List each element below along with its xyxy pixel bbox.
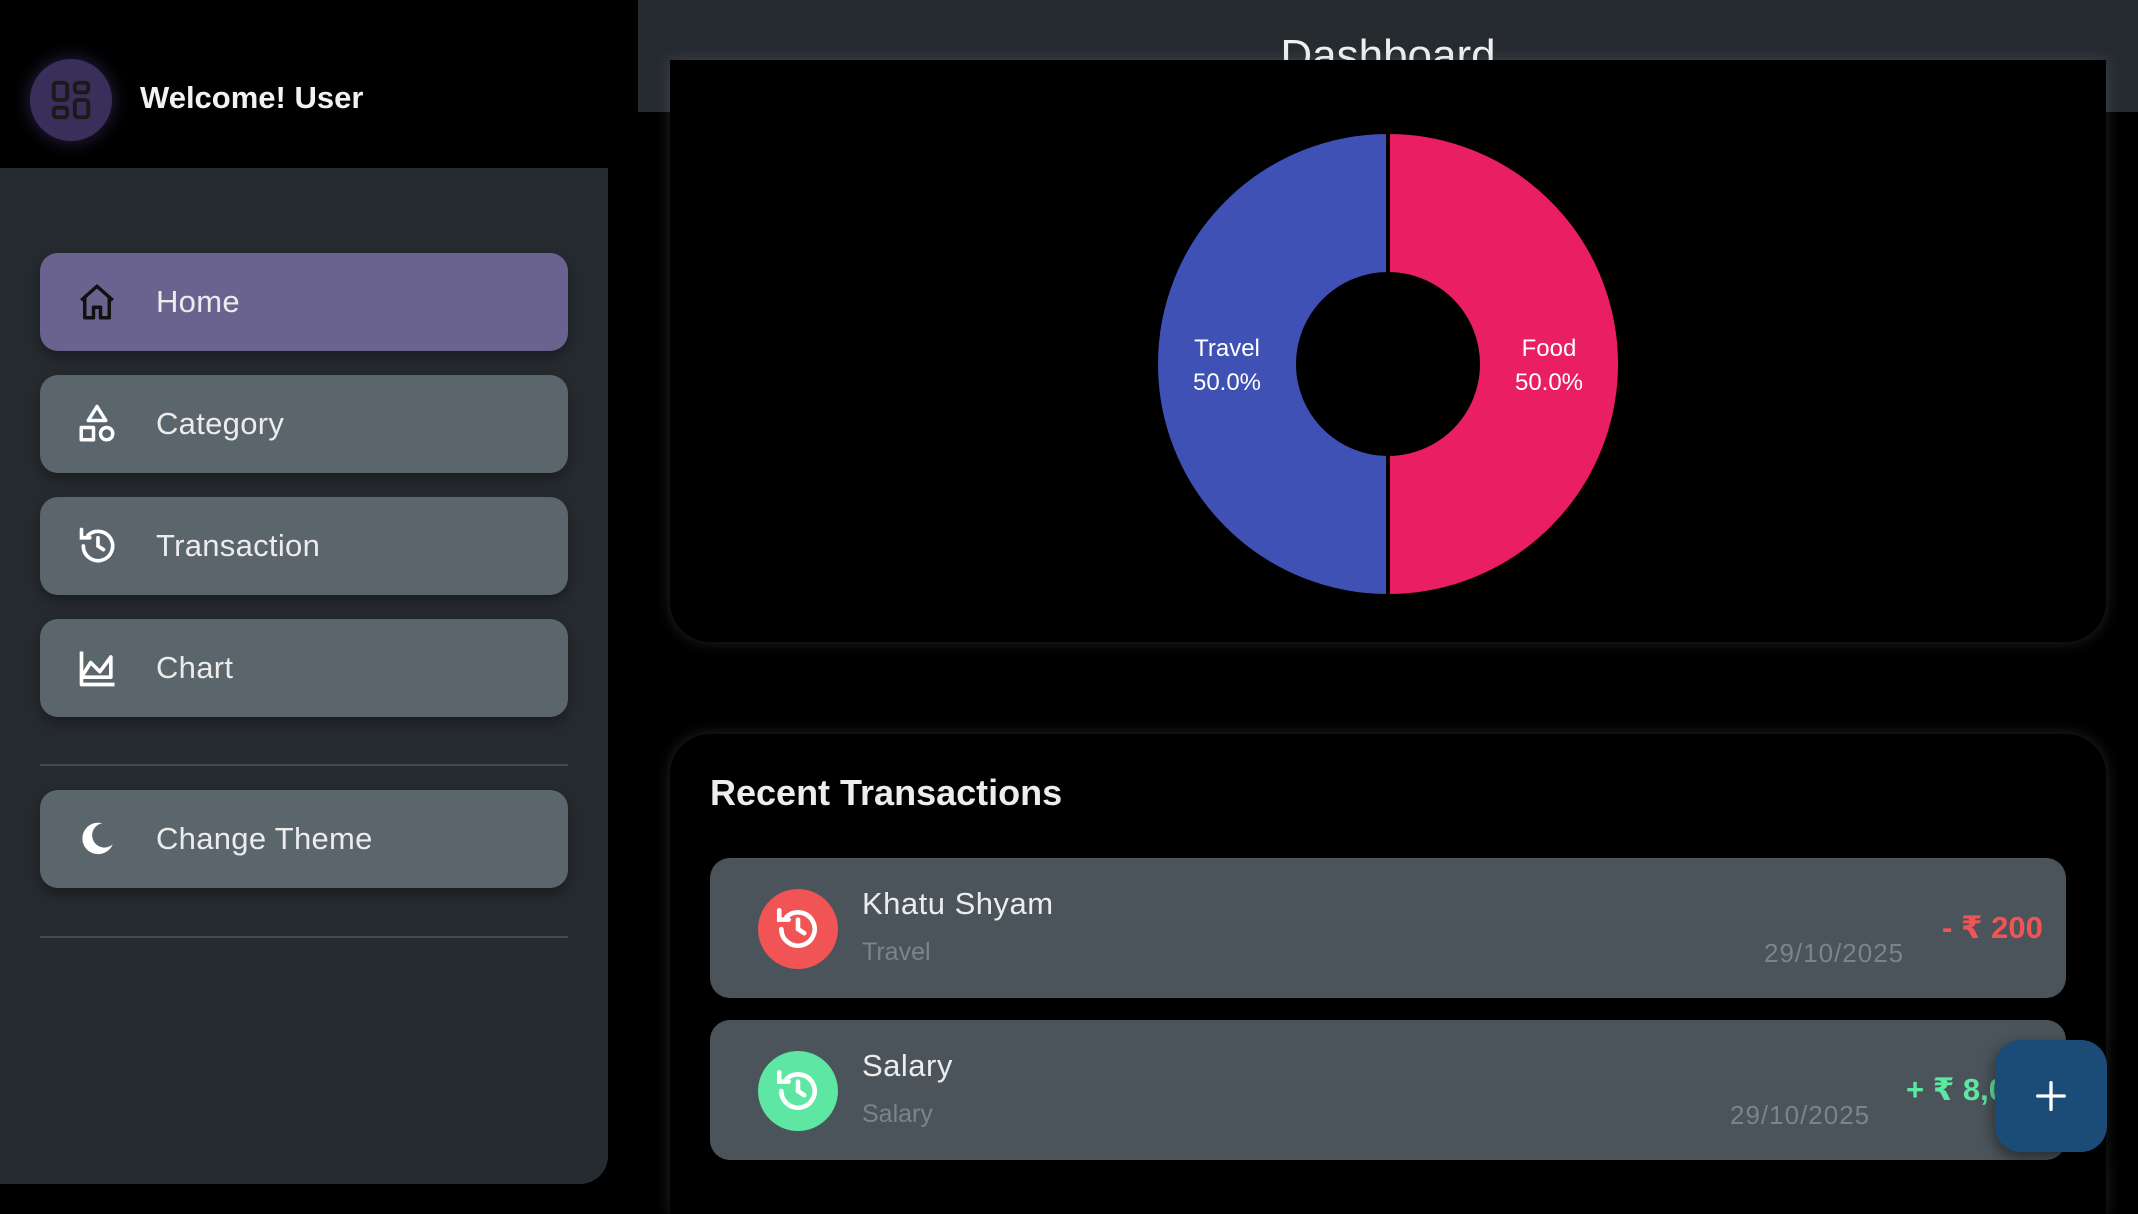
transaction-category: Travel	[862, 938, 931, 966]
slice-percent-label: 50.0%	[1515, 369, 1583, 396]
change-theme-label: Change Theme	[156, 821, 373, 856]
divider	[40, 936, 568, 938]
sidebar-item-label: Transaction	[156, 528, 321, 563]
transaction-row[interactable]: Salary Salary 29/10/2025 + ₹ 8,000	[710, 1020, 2066, 1160]
add-transaction-button[interactable]	[1995, 1040, 2107, 1152]
history-icon	[76, 524, 146, 568]
sidebar-item-label: Chart	[156, 650, 234, 685]
transaction-date: 29/10/2025	[1764, 938, 1905, 968]
pie-slice-food	[1386, 129, 1622, 599]
slice-label: Food	[1522, 335, 1577, 362]
transaction-name: Khatu Shyam	[862, 886, 1054, 921]
sidebar: Home Category Transaction Chart Change T…	[0, 168, 608, 1184]
chart-icon	[76, 646, 146, 690]
divider	[40, 764, 568, 766]
welcome-text: Welcome! User	[140, 80, 364, 115]
pie-slice-travel	[1154, 129, 1390, 599]
recent-transactions-title: Recent Transactions	[710, 772, 1063, 813]
home-icon	[76, 281, 146, 323]
transaction-date: 29/10/2025	[1730, 1100, 1871, 1130]
sidebar-item-transaction[interactable]: Transaction	[40, 497, 568, 595]
recent-transactions-card: Recent Transactions Khatu Shyam Travel 2…	[670, 734, 2106, 1214]
sidebar-item-chart[interactable]: Chart	[40, 619, 568, 717]
transaction-name: Salary	[862, 1048, 953, 1083]
dashboard-icon	[51, 80, 91, 120]
history-icon	[758, 889, 838, 969]
transaction-category: Salary	[862, 1100, 933, 1128]
drawer-header: Welcome! User	[0, 0, 638, 168]
transaction-row[interactable]: Khatu Shyam Travel 29/10/2025 - ₹ 200	[710, 858, 2066, 998]
donut-chart: Food 50.0% Travel 50.0%	[1154, 129, 1622, 599]
sidebar-item-category[interactable]: Category	[40, 375, 568, 473]
history-icon	[758, 1051, 838, 1131]
transaction-amount: - ₹ 200	[1942, 910, 2043, 945]
category-icon	[76, 403, 146, 445]
plus-icon	[2036, 1081, 2066, 1111]
sidebar-item-label: Category	[156, 406, 285, 441]
chart-card: Food 50.0% Travel 50.0%	[670, 60, 2106, 642]
slice-label: Travel	[1194, 335, 1260, 362]
sidebar-item-home[interactable]: Home	[40, 253, 568, 351]
slice-percent-label: 50.0%	[1193, 369, 1261, 396]
sidebar-item-label: Home	[156, 284, 240, 319]
avatar	[30, 59, 112, 141]
change-theme-button[interactable]: Change Theme	[40, 790, 568, 888]
moon-icon	[76, 818, 146, 860]
